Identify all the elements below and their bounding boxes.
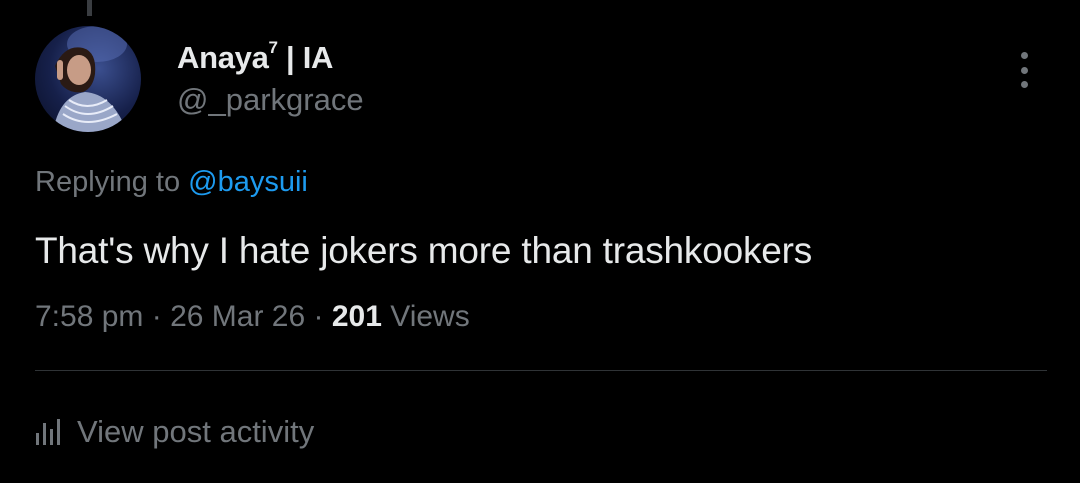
meta-separator: · — [143, 300, 171, 333]
replying-to-prefix: Replying to — [35, 166, 189, 198]
tweet-meta: 7:58 pm · 26 Mar 26 · 201 Views — [35, 300, 470, 334]
bar-chart-icon — [36, 419, 60, 445]
reply-mention-link[interactable]: @baysuii — [188, 166, 308, 198]
views-count: 201 — [331, 300, 382, 333]
replying-to: Replying to @baysuii — [35, 166, 308, 199]
author-handle[interactable]: @_parkgrace — [177, 82, 364, 118]
more-dot-icon — [1020, 52, 1028, 59]
meta-separator: · — [305, 300, 332, 333]
more-dot-icon — [1020, 81, 1028, 88]
tweet-text: That's why I hate jokers more than trash… — [35, 230, 813, 271]
views-label: Views — [381, 300, 470, 333]
view-post-activity-label: View post activity — [77, 414, 315, 449]
view-post-activity-button[interactable]: View post activity — [35, 414, 314, 450]
more-dot-icon — [1020, 66, 1028, 74]
tweet-time[interactable]: 7:58 pm — [35, 300, 143, 333]
avatar-image — [53, 26, 127, 132]
display-name-text: Anaya — [177, 40, 269, 75]
thread-connector-line — [87, 0, 92, 16]
tweet-date[interactable]: 26 Mar 26 — [170, 300, 305, 333]
avatar[interactable] — [35, 26, 141, 132]
display-name-superscript: 7 — [268, 38, 278, 57]
display-name-suffix: | IA — [277, 40, 334, 75]
divider — [35, 370, 1047, 371]
author-display-name[interactable]: Anaya7 | IA — [177, 38, 334, 76]
more-options-button[interactable] — [1010, 48, 1038, 92]
